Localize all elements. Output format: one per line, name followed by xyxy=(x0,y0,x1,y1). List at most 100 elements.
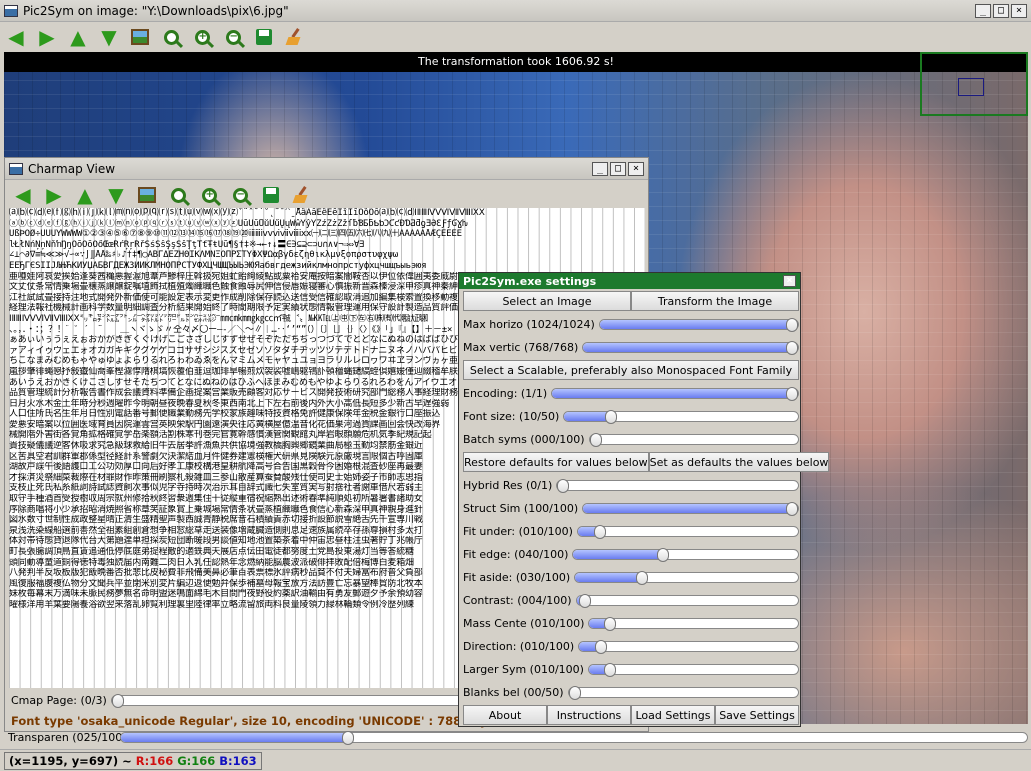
charmap-row: ⓐⓑⓒⓓⓔⓕⓖⓗⓘⓙⓚⓛⓜⓝⓞⓟⓠⓡⓢⓣⓤⓥⓦⓧⓨⓩŪūŬŭŮůŰűŲųŴŵŶŷ… xyxy=(9,218,468,229)
slider-row: Max horizo (1024/1024) xyxy=(463,314,799,334)
setting-slider[interactable] xyxy=(588,432,799,447)
transformation-notice: The transformation took 1606.92 s! xyxy=(4,52,1028,72)
zoom-in-icon[interactable]: + xyxy=(197,183,221,207)
slider-knob[interactable] xyxy=(603,662,616,677)
zoom-out-icon[interactable]: − xyxy=(221,25,245,49)
slider-knob[interactable] xyxy=(605,409,617,424)
slider-knob[interactable] xyxy=(657,547,670,562)
setting-slider[interactable] xyxy=(567,685,799,700)
setting-slider[interactable] xyxy=(598,317,799,332)
charmap-minimize-button[interactable]: _ xyxy=(592,161,608,176)
setting-slider[interactable] xyxy=(563,409,799,424)
slider-row: Fit aside: (030/100) xyxy=(463,567,799,587)
charmap-close-button[interactable]: × xyxy=(628,161,644,176)
slider-knob[interactable] xyxy=(786,317,798,332)
image-icon[interactable] xyxy=(128,25,152,49)
slider-row: Blanks bel (00/50) xyxy=(463,682,799,702)
minimize-button[interactable]: _ xyxy=(975,3,991,18)
slider-knob[interactable] xyxy=(786,340,798,355)
pixel-info: (x=1195, y=697) ~ R:166 G:166 B:163 xyxy=(4,751,262,770)
back-arrow-icon[interactable]: ◀ xyxy=(4,25,28,49)
forward-arrow-icon[interactable]: ▶ xyxy=(35,25,59,49)
setting-slider[interactable] xyxy=(578,639,799,654)
save-settings-button[interactable]: Save Settings xyxy=(715,705,799,725)
slider-knob[interactable] xyxy=(636,570,648,585)
slider-fill xyxy=(552,388,798,398)
font-info-text: Font type 'osaka_unicode Regular', size … xyxy=(11,714,527,728)
zoom-fit-icon[interactable] xyxy=(159,25,183,49)
cmap-page-label: Cmap Page: (0/3) xyxy=(11,693,107,707)
setting-slider[interactable] xyxy=(574,570,799,585)
setting-slider[interactable] xyxy=(582,340,799,355)
main-titlebar: Pic2Sym on image: "Y:\Downloads\pix\6.jp… xyxy=(0,0,1031,22)
slider-row: Larger Sym (010/100) xyxy=(463,659,799,679)
restore-defaults-button[interactable]: Restore defaults for values below xyxy=(463,452,649,472)
transparency-slider[interactable] xyxy=(120,730,1028,745)
zoom-fit-icon[interactable] xyxy=(166,183,190,207)
slider-knob[interactable] xyxy=(786,386,798,401)
about-button[interactable]: About xyxy=(463,705,547,725)
setting-slider[interactable] xyxy=(588,616,799,631)
load-settings-button[interactable]: Load Settings xyxy=(631,705,715,725)
slider-knob[interactable] xyxy=(595,639,608,654)
forward-arrow-icon[interactable]: ▶ xyxy=(42,183,66,207)
slider-knob[interactable] xyxy=(604,616,617,631)
status-bar: (x=1195, y=697) ~ R:166 G:166 B:163 xyxy=(0,749,1031,771)
slider-knob[interactable] xyxy=(786,501,798,516)
up-arrow-icon[interactable]: ▲ xyxy=(66,25,90,49)
slider-label: Mass Cente (010/100) xyxy=(463,616,585,630)
slider-knob[interactable] xyxy=(593,524,606,539)
slider-label: Fit edge: (040/100) xyxy=(463,547,569,561)
charmap-row: ∠⊥⌒∂∇≡≒≪≫√∽∝∵∫∬ÅÅ‰♯♭♪†‡¶◯ΑΒΓΔΕΖΗΘΙΚΛΜΝΞΟ… xyxy=(9,250,398,261)
slider-knob[interactable] xyxy=(589,432,602,447)
slider-knob[interactable] xyxy=(579,593,592,608)
charmap-titlebar: Charmap View _ □ × xyxy=(5,158,648,180)
slider-knob[interactable] xyxy=(341,730,354,745)
save-icon[interactable] xyxy=(259,183,283,207)
instructions-button[interactable]: Instructions xyxy=(547,705,631,725)
down-arrow-icon[interactable]: ▼ xyxy=(97,25,121,49)
close-button[interactable]: × xyxy=(1011,3,1027,18)
slider-knob[interactable] xyxy=(111,693,124,708)
select-font-button[interactable]: Select a Scalable, preferably also Monos… xyxy=(463,360,799,380)
charmap-maximize-button[interactable]: □ xyxy=(610,161,626,176)
slider-label: Struct Sim (100/100) xyxy=(463,501,579,515)
slider-row: Batch syms (000/100) xyxy=(463,429,799,449)
setting-slider[interactable] xyxy=(587,662,799,677)
slider-row: Font size: (10/50) xyxy=(463,406,799,426)
main-toolbar: ◀ ▶ ▲ ▼ + − xyxy=(0,22,1031,52)
minimap-viewport[interactable] xyxy=(958,78,984,96)
back-arrow-icon[interactable]: ◀ xyxy=(11,183,35,207)
zoom-in-icon[interactable]: + xyxy=(190,25,214,49)
save-icon[interactable] xyxy=(252,25,276,49)
settings-row: About Instructions Load Settings Save Setti… xyxy=(463,705,799,725)
set-defaults-button[interactable]: Set as defaults the values below xyxy=(648,452,830,472)
setting-slider[interactable] xyxy=(582,501,799,516)
select-image-button[interactable]: Select an Image xyxy=(463,291,631,311)
slider-label: Contrast: (004/100) xyxy=(463,593,572,607)
charmap-row: ÙßÞÓØ÷ÚÛÜÝWWWW①②③④⑤⑥⑦⑧⑨⑩⑪⑫⑬⑭⑮⑯⑰⑱⑲⑳ⅰⅱⅲⅳⅴⅵ… xyxy=(9,229,462,240)
slider-label: Fit under: (010/100) xyxy=(463,524,573,538)
setting-slider[interactable] xyxy=(576,524,799,539)
slider-label: Font size: (10/50) xyxy=(463,409,560,423)
setting-slider[interactable] xyxy=(572,547,799,562)
slider-knob[interactable] xyxy=(568,685,581,700)
settings-close-button[interactable]: × xyxy=(783,275,796,287)
maximize-button[interactable]: □ xyxy=(993,3,1009,18)
navigation-minimap[interactable] xyxy=(920,52,1028,116)
setting-slider[interactable] xyxy=(551,386,799,401)
setting-slider[interactable] xyxy=(556,478,799,493)
slider-row: Direction: (010/100) xyxy=(463,636,799,656)
broom-icon[interactable] xyxy=(290,183,314,207)
slider-row: Contrast: (004/100) xyxy=(463,590,799,610)
image-icon[interactable] xyxy=(135,183,159,207)
zoom-out-icon[interactable]: − xyxy=(228,183,252,207)
slider-label: Fit aside: (030/100) xyxy=(463,570,571,584)
setting-slider[interactable] xyxy=(575,593,799,608)
transform-image-button[interactable]: Transform the Image xyxy=(631,291,799,311)
broom-icon[interactable] xyxy=(283,25,307,49)
slider-fill xyxy=(599,319,798,329)
down-arrow-icon[interactable]: ▼ xyxy=(104,183,128,207)
slider-knob[interactable] xyxy=(557,478,570,493)
up-arrow-icon[interactable]: ▲ xyxy=(73,183,97,207)
